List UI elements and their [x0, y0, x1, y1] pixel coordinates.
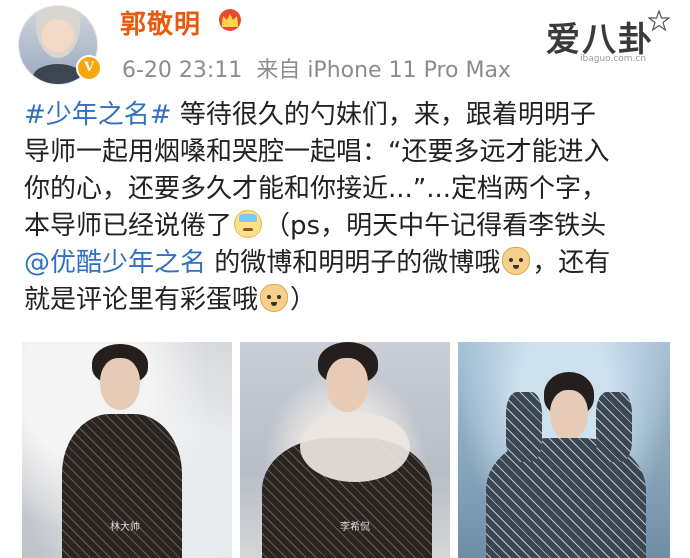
verified-v-icon: V — [76, 55, 102, 81]
post-line-3: 你的心，还要多久才能和你接近...”...定档两个字， — [24, 174, 608, 204]
smoke-cloud — [300, 412, 410, 482]
post-image-2[interactable]: 李希侃 — [240, 342, 450, 558]
photo-caption: 林大帅 — [110, 522, 140, 533]
figure-face — [100, 358, 140, 410]
post-text: （ps，明天中午记得看李铁头 — [264, 211, 607, 241]
sweat-emoji — [234, 210, 263, 238]
doge-emoji — [260, 284, 289, 312]
watermark-logo: 爱八卦 ibaguo.com.cn — [546, 10, 682, 68]
post-text: 等待很久的勺妹们，来，跟着明明子 — [171, 100, 596, 130]
post-source: 来自 iPhone 11 Pro Max — [256, 58, 511, 83]
post-line-6: 就是评论里有彩蛋哦 ） — [24, 282, 676, 319]
figure-face — [550, 390, 588, 440]
post-image-3[interactable] — [458, 342, 670, 558]
figure-jacket — [62, 414, 182, 558]
post-time[interactable]: 6-20 23:11 — [122, 58, 242, 83]
post-body: #少年之名# 等待很久的勺妹们，来，跟着明明子 导师一起用烟嗓和哭腔一起唱：“还… — [24, 97, 676, 319]
figure-arm — [596, 392, 632, 462]
hashtag-link[interactable]: #少年之名# — [24, 100, 172, 130]
doge-emoji — [502, 247, 531, 275]
post-meta: 6-20 23:11 来自 iPhone 11 Pro Max — [122, 52, 511, 84]
mention-link[interactable]: @优酷少年之名 — [24, 248, 206, 278]
star-icon — [648, 10, 670, 32]
watermark-url: ibaguo.com.cn — [580, 54, 647, 64]
post-line-2: 导师一起用烟嗓和哭腔一起唱：“还要多远才能进入 — [24, 137, 610, 167]
post-text: 就是评论里有彩蛋哦 — [24, 285, 259, 315]
post-line-4: 本导师已经说倦了 （ps，明天中午记得看李铁头 — [24, 208, 676, 245]
photo-caption: 李希侃 — [340, 522, 370, 533]
username[interactable]: 郭敬明 — [120, 4, 201, 41]
post-line-5: @优酷少年之名 的微博和明明子的微博哦 ，还有 — [24, 245, 676, 282]
figure-face — [326, 358, 368, 412]
post-text: 的微博和明明子的微博哦 — [206, 248, 501, 278]
post-text: ，还有 — [532, 248, 611, 278]
post-text: 本导师已经说倦了 — [24, 211, 233, 241]
post-image-1[interactable]: 林大帅 — [22, 342, 232, 558]
crown-icon — [219, 9, 241, 31]
figure-arm — [506, 392, 542, 462]
post-text: ） — [290, 285, 317, 315]
post-line-1: #少年之名# 等待很久的勺妹们，来，跟着明明子 — [24, 97, 676, 134]
